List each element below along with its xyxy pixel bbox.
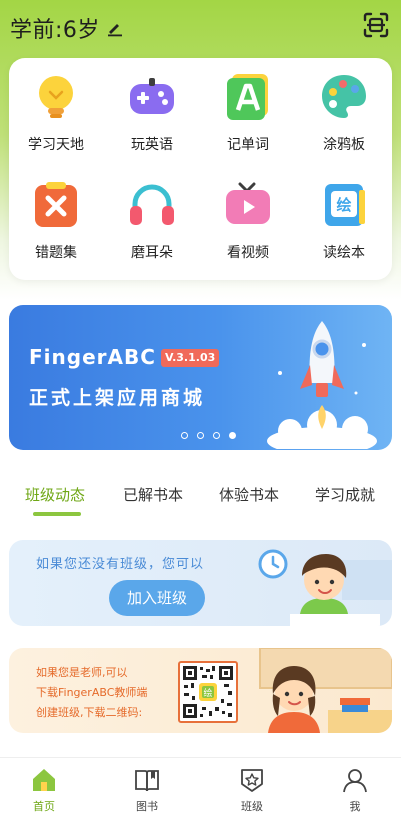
banner-brand: FingerABC [29, 345, 156, 369]
nav-label: 我 [349, 800, 361, 813]
grid-item-vocabulary[interactable]: 记单词 [203, 58, 293, 158]
nav-me[interactable]: 我 [325, 766, 385, 814]
palette-icon [322, 75, 366, 118]
nav-home[interactable]: 首页 [14, 766, 74, 814]
header: 学前:6岁 [10, 10, 124, 46]
feature-grid: 学习天地 玩英语 记单词 涂鸦板 错题集 磨耳朵 看视频 绘 读绘本 [9, 58, 392, 280]
grid-label: 玩英语 [131, 137, 173, 153]
grid-label: 错题集 [35, 245, 77, 261]
edit-icon[interactable] [106, 19, 124, 37]
scan-icon[interactable] [363, 12, 389, 38]
active-tab-indicator [33, 512, 81, 516]
tab-class-news[interactable]: 班级动态 [25, 484, 85, 505]
teacher-line-1: 如果您是老师,可以 [36, 666, 128, 679]
join-class-card: 如果您还没有班级，您可以 加入班级 [9, 540, 392, 626]
carousel-dot-active[interactable] [229, 432, 236, 439]
nav-class[interactable]: 班级 [222, 766, 282, 814]
video-play-icon [226, 182, 270, 224]
picture-book-icon: 绘 [325, 184, 365, 226]
grid-item-english-game[interactable]: 玩英语 [107, 58, 197, 158]
join-class-message: 如果您还没有班级，您可以 [36, 557, 205, 572]
teacher-illustration [259, 648, 392, 733]
content-tabs: 班级动态 已解书本 体验书本 学习成就 [0, 478, 401, 518]
user-icon [343, 769, 367, 793]
gamepad-icon [130, 78, 174, 114]
carousel-dot[interactable] [197, 432, 204, 439]
grid-item-video[interactable]: 看视频 [203, 166, 293, 266]
class-badge-icon [241, 769, 263, 792]
teacher-line-3: 创建班级,下载二维码: [36, 706, 143, 719]
grid-item-listening[interactable]: 磨耳朵 [107, 166, 197, 266]
bottom-navigation: 首页 图书 班级 我 [0, 757, 401, 825]
svg-text:绘: 绘 [336, 196, 351, 214]
wrong-answers-icon [35, 182, 77, 227]
grid-item-study[interactable]: 学习天地 [11, 58, 101, 158]
carousel-dot[interactable] [213, 432, 220, 439]
carousel-dot[interactable] [181, 432, 188, 439]
tab-achievements[interactable]: 学习成就 [315, 484, 375, 505]
rocket-illustration [267, 321, 377, 449]
join-class-button[interactable]: 加入班级 [109, 580, 205, 616]
qr-code[interactable]: 绘 [178, 661, 238, 723]
qr-logo-text: 绘 [203, 687, 212, 699]
home-icon [33, 769, 55, 791]
nav-label: 班级 [241, 800, 263, 813]
headphones-icon [130, 184, 174, 225]
nav-books[interactable]: 图书 [117, 766, 177, 814]
lightbulb-icon [39, 76, 73, 118]
teacher-download-card: 如果您是老师,可以 下载FingerABC教师端 创建班级,下载二维码: 绘 [9, 648, 392, 733]
grid-label: 看视频 [227, 245, 269, 261]
grid-item-wrong-answers[interactable]: 错题集 [11, 166, 101, 266]
grid-item-doodle[interactable]: 涂鸦板 [299, 58, 389, 158]
banner-slogan: 正式上架应用商城 [29, 387, 206, 409]
age-title[interactable]: 学前:6岁 [10, 12, 100, 44]
teacher-line-2: 下载FingerABC教师端 [36, 686, 148, 699]
grid-label: 记单词 [227, 137, 269, 153]
carousel-indicator [181, 432, 236, 439]
promo-banner[interactable]: FingerABC V.3.1.03 正式上架应用商城 [9, 305, 392, 450]
student-illustration [258, 549, 392, 626]
grid-label: 磨耳朵 [131, 245, 173, 261]
nav-label: 首页 [33, 800, 55, 813]
tab-trial-books[interactable]: 体验书本 [219, 484, 279, 505]
grid-label: 学习天地 [28, 137, 84, 153]
grid-label: 读绘本 [323, 245, 365, 261]
book-icon [135, 770, 159, 792]
tab-unlocked-books[interactable]: 已解书本 [123, 484, 183, 505]
grid-label: 涂鸦板 [323, 137, 365, 153]
nav-label: 图书 [136, 800, 158, 813]
letter-a-icon [227, 74, 268, 120]
grid-item-picture-book[interactable]: 绘 读绘本 [299, 166, 389, 266]
version-badge: V.3.1.03 [161, 349, 220, 367]
